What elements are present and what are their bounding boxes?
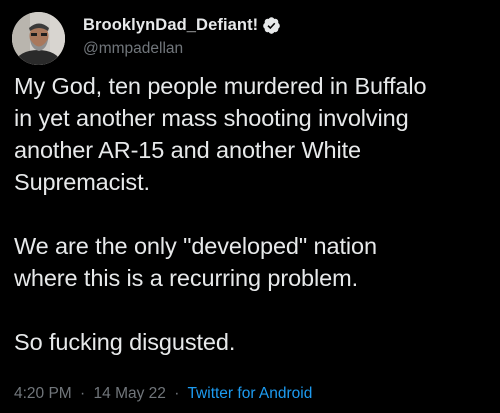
tweet-line: where this is a recurring problem. <box>14 265 359 291</box>
tweet-text: My God, ten people murdered in Buffalo i… <box>14 70 498 358</box>
tweet-line: We are the only "developed" nation <box>14 233 377 259</box>
author-handle[interactable]: @mmpadellan <box>83 40 183 58</box>
tweet-line: Supremacist. <box>14 169 150 195</box>
tweet-line: So fucking disgusted. <box>14 329 236 355</box>
avatar[interactable] <box>12 12 65 65</box>
meta-separator: · <box>174 385 180 402</box>
tweet-card: BrooklynDad_Defiant! @mmpadellan My God,… <box>0 0 500 413</box>
tweet-line: My God, ten people murdered in Buffalo <box>14 73 427 99</box>
tweet-line: in yet another mass shooting involving <box>14 105 409 131</box>
tweet-source-link[interactable]: Twitter for Android <box>187 385 312 402</box>
author-display-name[interactable]: BrooklynDad_Defiant! <box>83 16 258 35</box>
tweet-meta: 4:20 PM · 14 May 22 · Twitter for Androi… <box>14 385 312 403</box>
meta-separator: · <box>80 385 86 402</box>
tweet-date[interactable]: 14 May 22 <box>94 385 166 402</box>
author-name-row[interactable]: BrooklynDad_Defiant! <box>83 14 281 36</box>
verified-badge-icon <box>262 16 281 35</box>
tweet-line: another AR-15 and another White <box>14 137 362 163</box>
tweet-time[interactable]: 4:20 PM <box>14 385 72 402</box>
avatar-image <box>12 12 65 65</box>
